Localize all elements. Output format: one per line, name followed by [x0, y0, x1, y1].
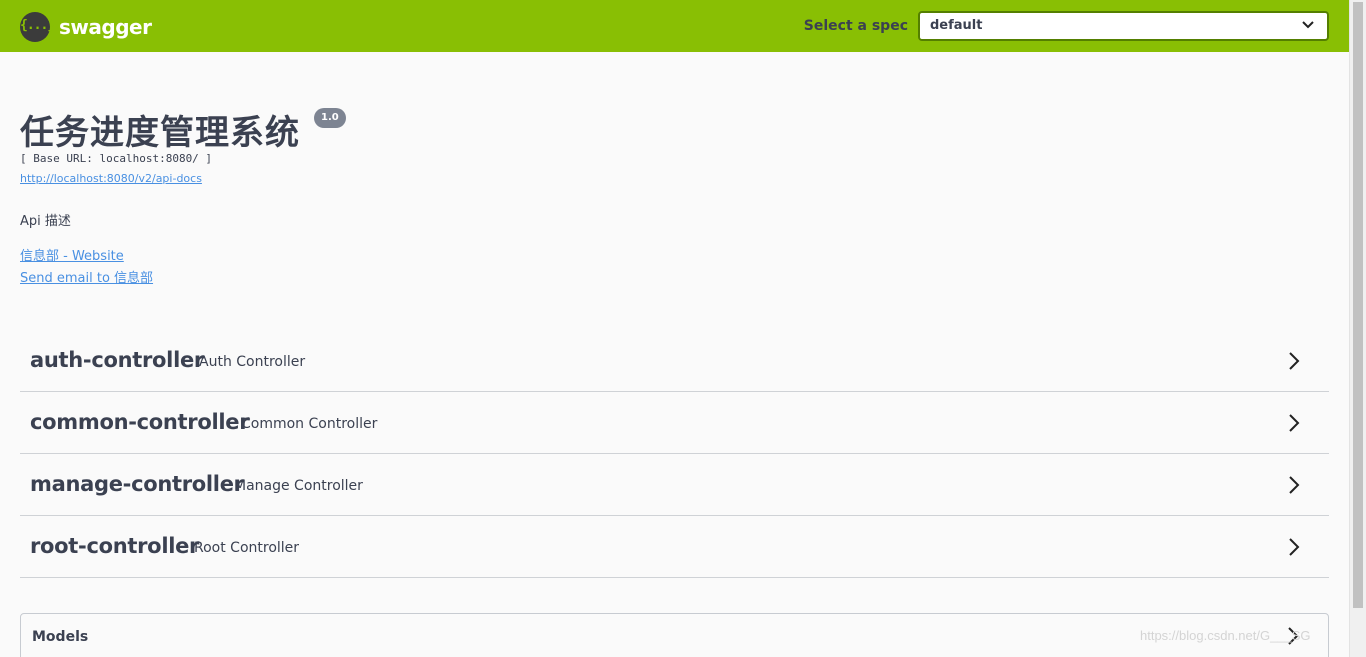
top-bar: {...} swagger Select a spec default	[0, 0, 1349, 52]
contact-email-link[interactable]: Send email to 信息部	[20, 267, 153, 286]
models-section[interactable]: Models	[20, 613, 1329, 657]
api-title: 任务进度管理系统	[20, 113, 300, 153]
api-docs-link[interactable]: http://localhost:8080/v2/api-docs	[20, 172, 202, 185]
swagger-logo[interactable]: {...} swagger	[20, 12, 152, 42]
spec-select[interactable]: default	[918, 11, 1329, 41]
contact-website-link[interactable]: 信息部 - Website	[20, 245, 124, 264]
tag-description: Manage Controller	[234, 478, 363, 494]
version-badge: 1.0	[314, 108, 346, 128]
chevron-right-icon	[1289, 414, 1300, 432]
scrollbar-thumb[interactable]	[1353, 2, 1363, 608]
models-title: Models	[32, 629, 89, 645]
tag-description: Auth Controller	[199, 354, 306, 370]
tag-auth-controller[interactable]: auth-controller Auth Controller	[20, 330, 1329, 392]
tag-description: Root Controller	[194, 540, 300, 556]
spec-select-value: default	[930, 18, 983, 33]
swagger-logo-text: swagger	[59, 15, 152, 39]
chevron-right-icon	[1289, 476, 1300, 494]
tag-name: auth-controller	[30, 348, 204, 372]
tag-root-controller[interactable]: root-controller Root Controller	[20, 516, 1329, 578]
api-description: Api 描述	[20, 214, 71, 229]
tag-common-controller[interactable]: common-controller Common Controller	[20, 392, 1329, 454]
tag-description: Common Controller	[241, 416, 378, 432]
swagger-logo-icon: {...}	[20, 12, 55, 42]
chevron-down-icon	[1302, 21, 1314, 29]
tag-name: root-controller	[30, 534, 200, 558]
watermark: https://blog.csdn.net/G___SG	[1140, 628, 1311, 643]
vertical-scrollbar[interactable]	[1349, 0, 1366, 657]
base-url: [ Base URL: localhost:8080/ ]	[20, 152, 213, 165]
chevron-right-icon	[1289, 538, 1300, 556]
tag-name: manage-controller	[30, 472, 244, 496]
chevron-right-icon	[1289, 352, 1300, 370]
tag-name: common-controller	[30, 410, 250, 434]
tag-manage-controller[interactable]: manage-controller Manage Controller	[20, 454, 1329, 516]
spec-label: Select a spec	[803, 18, 908, 34]
